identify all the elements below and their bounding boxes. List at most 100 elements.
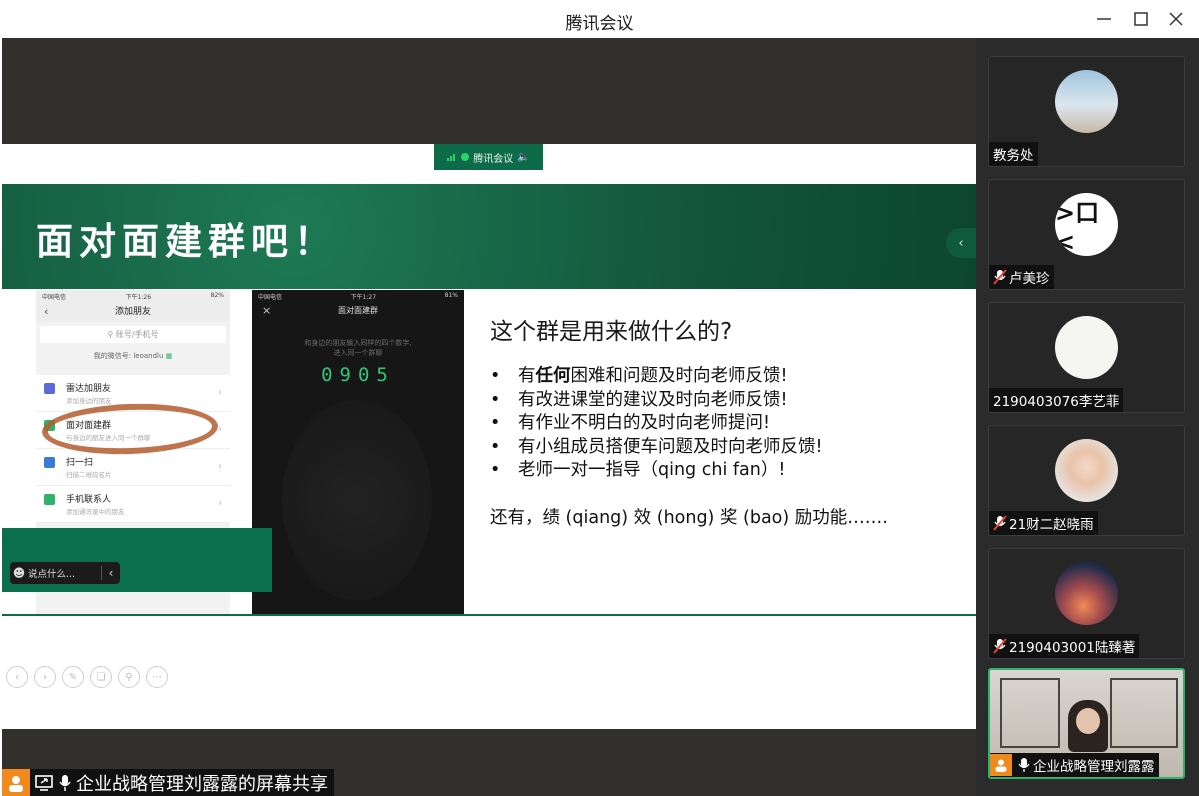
next-slide-button[interactable]: ›	[34, 666, 56, 688]
bullet-item: 有改进课堂的建议及时向老师反馈!	[490, 389, 823, 413]
bullet-bold: 任何	[535, 366, 571, 386]
collapse-tab[interactable]: ‹	[946, 228, 976, 258]
participant-name: 2190403001陆臻著	[989, 634, 1140, 658]
participant-tile[interactable]: 21财二赵晓雨	[988, 425, 1185, 536]
screen-share-area: 腾讯会议 🔈 面对面建群吧！ ‹ 中国电信 下午1:26 82% ‹ 添加朋友 …	[2, 38, 976, 796]
group-code: 0905	[321, 364, 395, 386]
status-dot-icon	[461, 153, 470, 161]
wechat-id-text: 我的微信号: leoandlu	[93, 352, 164, 360]
screen-share-title: 企业战略管理刘露露的屏幕共享	[76, 773, 328, 795]
phone-header-title: 添加朋友	[114, 307, 151, 317]
slide-divider	[2, 614, 976, 616]
bullet-text: 困难和问题及时向老师反馈!	[570, 366, 788, 386]
person-icon	[9, 775, 23, 792]
avatar	[1055, 316, 1118, 379]
minimize-button[interactable]	[1093, 8, 1115, 30]
battery-label: 82%	[210, 292, 224, 299]
slide-question: 这个群是用来做什么的?	[490, 319, 733, 345]
emoji-icon[interactable]: ☻	[10, 566, 28, 580]
code-hint: 和身边的朋友输入同样的四个数字, 进入同一个群聊	[252, 338, 464, 358]
bullet-text: 老师一对一指导（qing chi fan）!	[518, 460, 786, 480]
magnifier-icon: ⚲	[125, 671, 133, 683]
list-item-sub: 添加通讯录中的朋友	[66, 508, 125, 516]
status-time: 下午1:27	[350, 294, 377, 301]
radar-icon	[44, 383, 55, 394]
bookshelf	[1110, 678, 1178, 748]
participant-name: 卢美珍	[989, 265, 1054, 289]
participant-name: 21财二赵晓雨	[989, 511, 1098, 535]
bullet-item: 有任何困难和问题及时向老师反馈!	[490, 365, 823, 389]
maximize-button[interactable]	[1130, 8, 1152, 30]
more-button[interactable]: ⋯	[146, 666, 168, 688]
status-time: 下午1:26	[125, 294, 152, 301]
tencent-meeting-window: 腾讯会议 腾讯会议 🔈 面对面建群吧！ ‹ 中国电信 下午1:26 82% ‹ …	[0, 0, 1199, 796]
prev-slide-button[interactable]: ‹	[6, 666, 28, 688]
scan-icon	[44, 457, 55, 468]
back-icon: ‹	[44, 305, 49, 318]
close-icon	[1169, 12, 1183, 26]
carrier-label: 中国电信	[42, 294, 67, 301]
arrow-right-icon: ›	[43, 671, 47, 683]
person-face	[1076, 708, 1100, 734]
participant-tile[interactable]: 教务处	[988, 56, 1185, 167]
more-icon: ⋯	[152, 671, 162, 683]
minimize-icon	[1097, 18, 1111, 20]
participant-tile[interactable]: 2190403076李艺菲	[988, 302, 1185, 413]
avatar	[1055, 439, 1118, 502]
pen-icon: ✎	[68, 671, 78, 683]
zoom-button[interactable]: ⚲	[118, 666, 140, 688]
close-button[interactable]	[1165, 8, 1187, 30]
window-title: 腾讯会议	[565, 14, 634, 34]
bullet-text: 有小组成员搭便车问题及时向老师反馈!	[518, 436, 823, 457]
bullet-text: 有作业不明白的及时向老师提问!	[518, 413, 771, 433]
qr-code-icon: ▦	[165, 352, 173, 360]
chat-input[interactable]: ☻ 说点什么... ‹	[10, 562, 120, 584]
shared-slide: 腾讯会议 🔈 面对面建群吧！ ‹ 中国电信 下午1:26 82% ‹ 添加朋友 …	[2, 144, 976, 729]
maximize-icon	[1134, 12, 1148, 26]
chevron-left-icon: ‹	[958, 235, 964, 251]
number-pad	[282, 400, 432, 600]
carrier-label: 中国电信	[258, 294, 283, 301]
close-icon: ×	[262, 304, 272, 317]
list-item-sub: 添加身边的朋友	[66, 397, 112, 405]
bullet-item: 老师一对一指导（qing chi fan）!	[490, 459, 823, 483]
chevron-right-icon: ›	[218, 387, 222, 398]
bullet-text: 有改进课堂的建议及时向老师反馈!	[518, 389, 788, 410]
list-item-sub: 扫描二维码名片	[66, 471, 112, 479]
search-placeholder: 账号/手机号	[115, 330, 159, 339]
participant-name: 教务处	[989, 142, 1038, 166]
slide-footer-text: 还有，绩 (qiang) 效 (hong) 奖 (bao) 励功能…….	[490, 508, 888, 528]
pen-button[interactable]: ✎	[62, 666, 84, 688]
phone-header: ‹ 添加朋友	[36, 302, 230, 322]
participant-name: 2190403076李艺菲	[989, 388, 1124, 412]
wechat-id: 我的微信号: leoandlu ▦	[36, 351, 230, 361]
list-item-title: 手机联系人	[66, 495, 112, 505]
chevron-right-icon: ›	[218, 424, 222, 435]
list-item: 扫一扫 扫描二维码名片 ›	[36, 449, 230, 486]
chevron-left-icon[interactable]: ‹	[102, 566, 120, 580]
phone-header-title: 面对面建群	[338, 306, 378, 315]
slide-title: 面对面建群吧！	[36, 220, 337, 263]
mic-muted-icon	[993, 515, 1007, 531]
avatar: >口<	[1055, 193, 1118, 256]
battery-label: 81%	[444, 292, 458, 299]
slides-overview-button[interactable]: ❏	[90, 666, 112, 688]
participant-tile-active[interactable]: 企业战略管理刘露露	[988, 668, 1185, 779]
participant-tile[interactable]: 2190403001陆臻著	[988, 548, 1185, 659]
bullet-list: 有任何困难和问题及时向老师反馈! 有改进课堂的建议及时向老师反馈! 有作业不明白…	[490, 365, 823, 483]
participant-tile[interactable]: >口< 卢美珍	[988, 179, 1185, 290]
bookshelf	[1000, 678, 1060, 748]
participant-name-text: 教务处	[993, 148, 1034, 164]
phone-screenshot-face-to-face: 中国电信 下午1:27 81% × 面对面建群 和身边的朋友输入同样的四个数字,…	[252, 290, 464, 616]
participant-name-text: 企业战略管理刘露露	[1033, 759, 1155, 775]
title-bar: 腾讯会议	[0, 0, 1199, 38]
participant-panel: 教务处 >口< 卢美珍 2190403076李艺菲 21财二赵晓雨 219040…	[976, 38, 1199, 796]
screen-share-label: 企业战略管理刘露露的屏幕共享	[2, 769, 334, 796]
avatar	[1055, 562, 1118, 625]
list-item-title: 扫一扫	[66, 458, 94, 468]
arrow-left-icon: ‹	[15, 671, 19, 683]
chevron-right-icon: ›	[218, 461, 222, 472]
avatar	[1055, 70, 1118, 133]
slide-toolbar: ‹ › ✎ ❏ ⚲ ⋯	[6, 666, 168, 688]
list-item: 手机联系人 添加通讯录中的朋友 ›	[36, 486, 230, 523]
